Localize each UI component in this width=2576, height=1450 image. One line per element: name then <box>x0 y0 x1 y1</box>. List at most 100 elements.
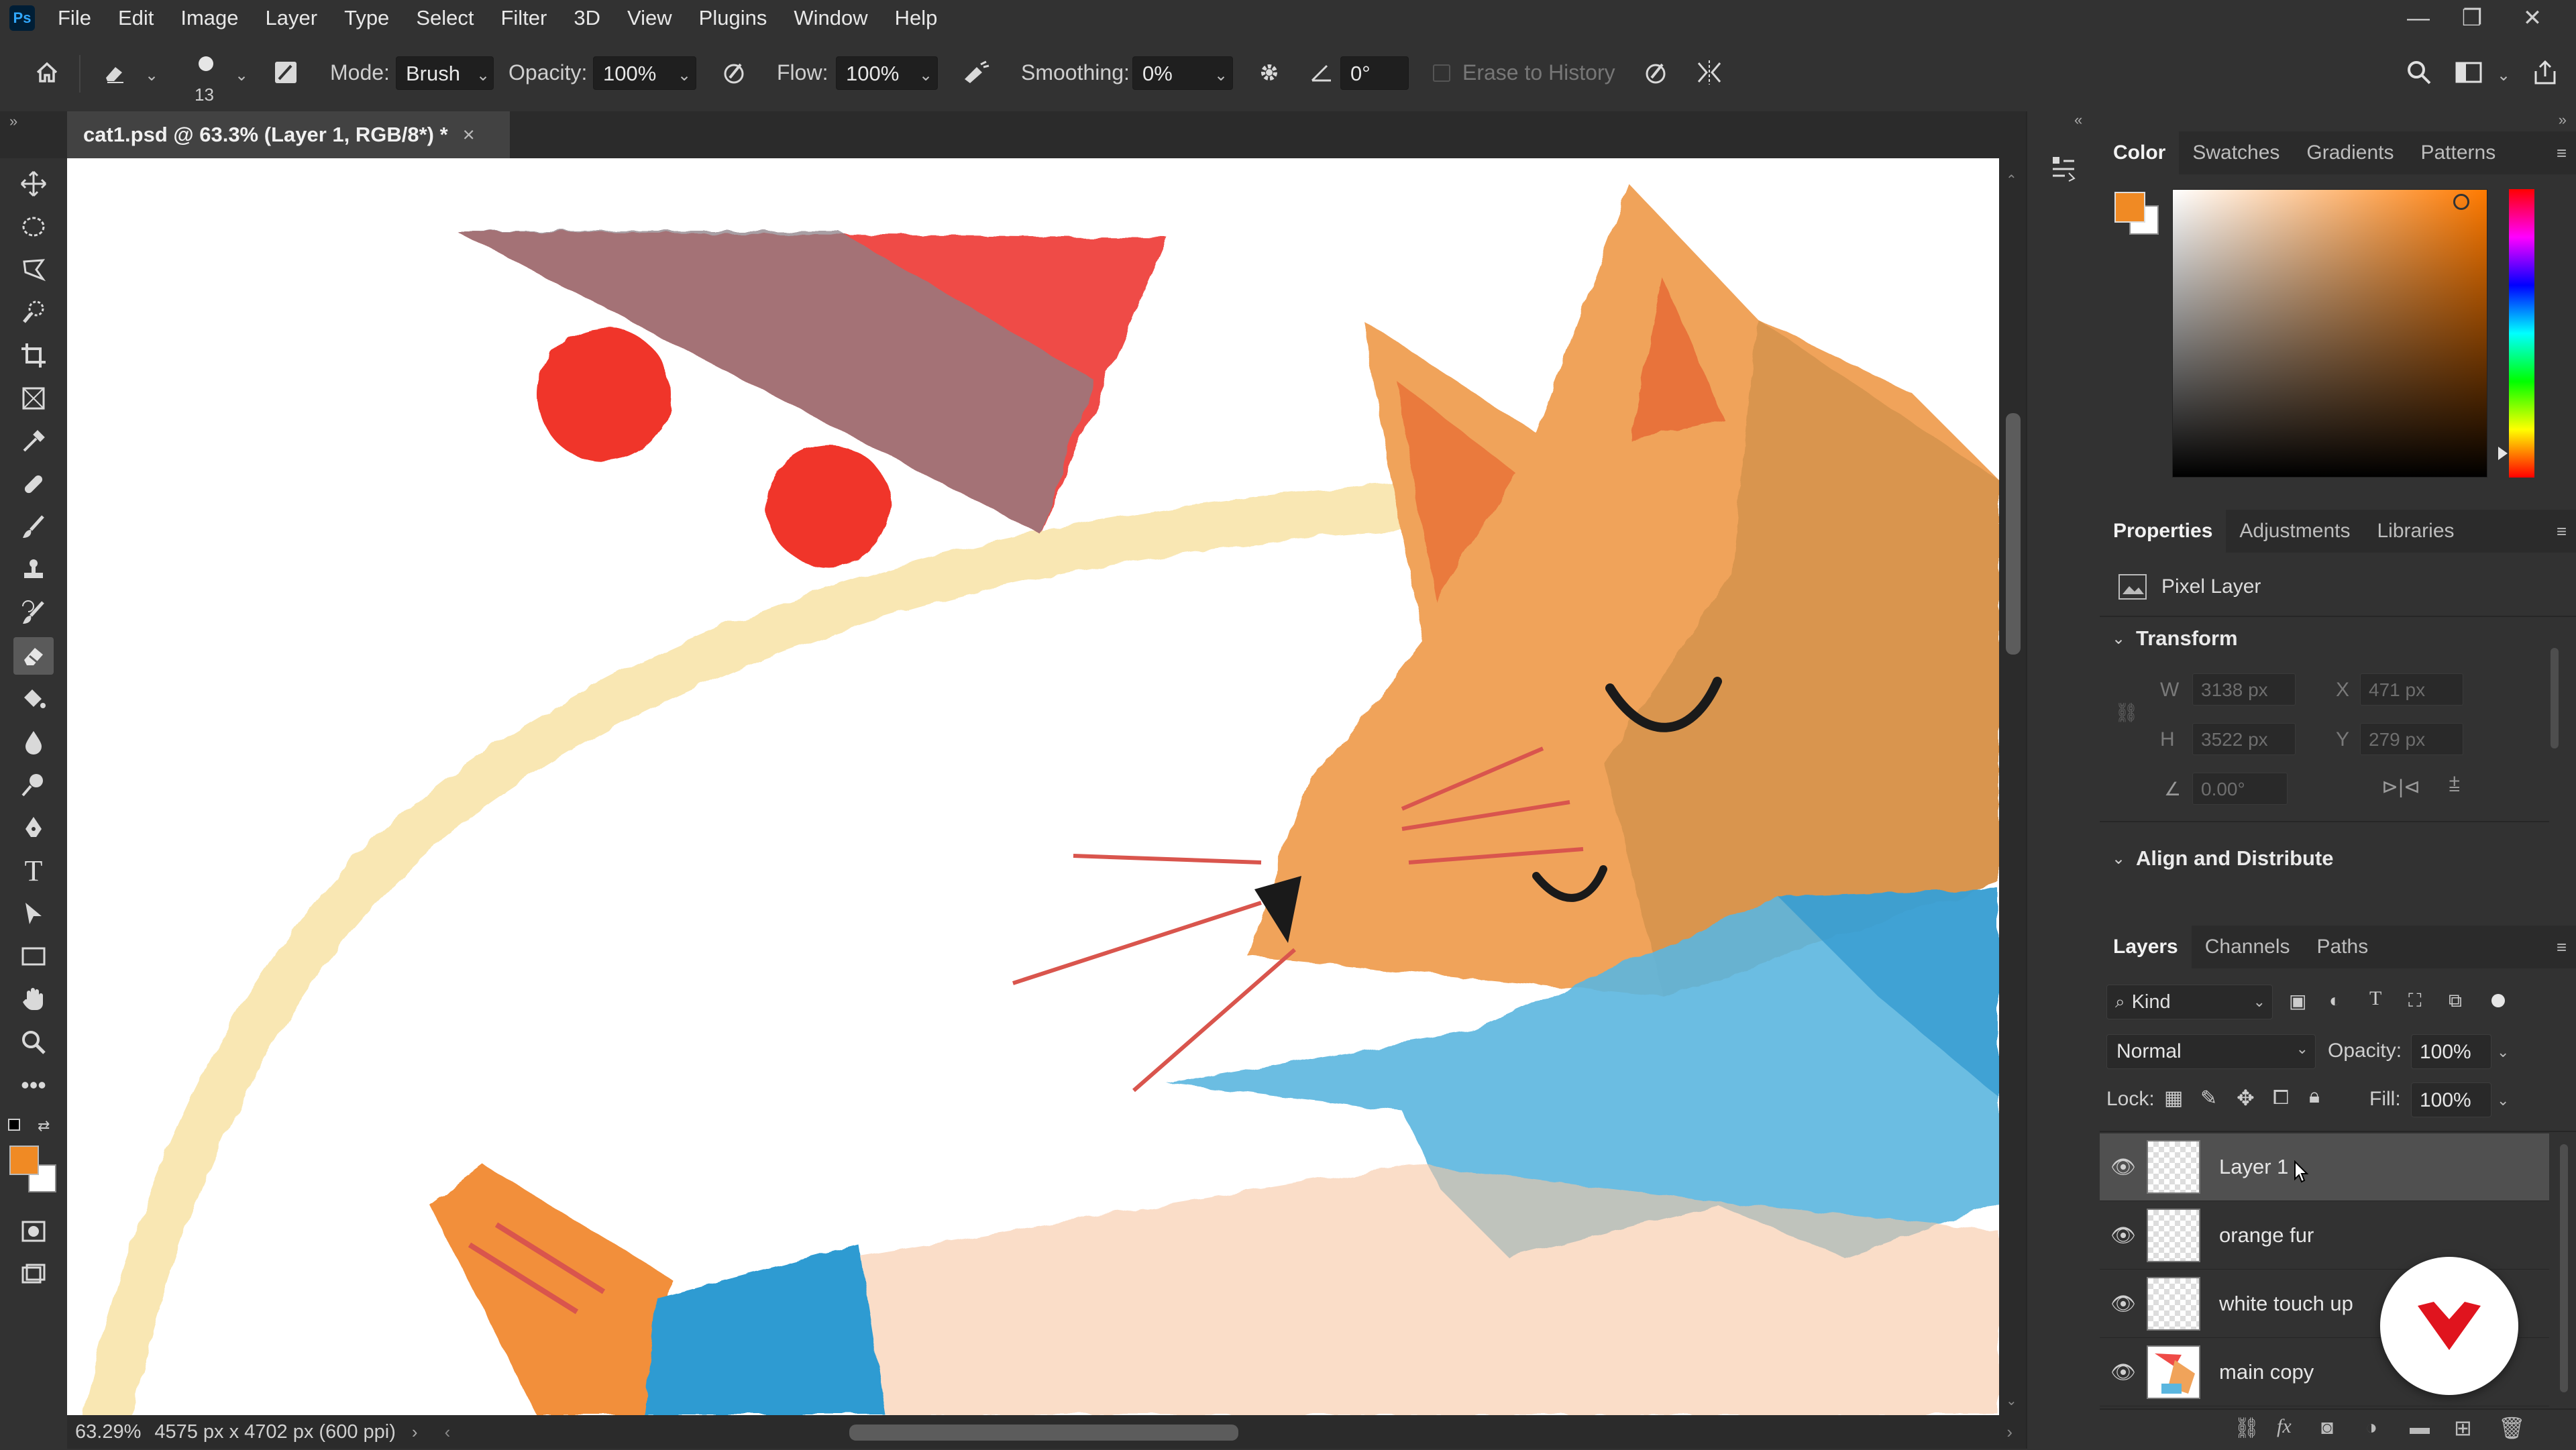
close-document-icon[interactable]: × <box>463 123 475 147</box>
layer-opacity-caret-icon[interactable]: ⌄ <box>2497 1044 2509 1061</box>
menu-filter[interactable]: Filter <box>500 6 547 30</box>
eraser-tool-icon[interactable] <box>13 637 54 675</box>
menu-image[interactable]: Image <box>180 6 238 30</box>
rectangle-tool-icon[interactable] <box>13 938 54 975</box>
close-window-button[interactable]: ✕ <box>2509 0 2556 36</box>
menu-type[interactable]: Type <box>344 6 389 30</box>
menu-view[interactable]: View <box>627 6 672 30</box>
dodge-tool-icon[interactable] <box>13 766 54 803</box>
filter-pixel-icon[interactable]: ▣ <box>2289 990 2306 1012</box>
layer-opacity-field[interactable]: 100% <box>2411 1034 2491 1069</box>
visibility-eye-icon[interactable]: 👁︎ <box>2100 1361 2147 1384</box>
history-panel-icon[interactable] <box>2046 152 2081 186</box>
swap-colors-icon[interactable]: ⇄ <box>38 1117 50 1135</box>
preset-caret-icon[interactable]: ⌄ <box>145 66 158 85</box>
eraser-preset-icon[interactable] <box>98 55 133 90</box>
foreground-color-swatch[interactable] <box>9 1146 39 1175</box>
x-field[interactable]: 471 px <box>2360 673 2463 706</box>
menu-layer[interactable]: Layer <box>266 6 318 30</box>
layer-row-layer-1[interactable]: 👁︎ Layer 1 <box>2100 1133 2549 1201</box>
fill-field[interactable]: 100% <box>2411 1082 2491 1117</box>
status-menu-arrow-icon[interactable]: › <box>412 1422 418 1443</box>
flow-caret-icon[interactable]: ⌄ <box>919 66 932 85</box>
zoom-level[interactable]: 63.29% <box>75 1421 141 1443</box>
layers-panel-menu-icon[interactable]: ≡ <box>2557 937 2567 958</box>
visibility-eye-icon[interactable]: 👁︎ <box>2100 1224 2147 1247</box>
y-field[interactable]: 279 px <box>2360 723 2463 755</box>
lock-artboard-icon[interactable]: ⧠ <box>2273 1086 2289 1109</box>
vertical-scrollbar[interactable]: ⌃ ⌄ <box>1999 158 2026 1415</box>
new-group-icon[interactable]: ▬ <box>2410 1416 2430 1439</box>
align-section-title[interactable]: Align and Distribute <box>2136 846 2334 871</box>
scroll-left-icon[interactable]: ‹ <box>445 1422 451 1443</box>
brush-settings-icon[interactable] <box>268 55 303 90</box>
tab-patterns[interactable]: Patterns <box>2407 131 2509 174</box>
menu-select[interactable]: Select <box>416 6 474 30</box>
tab-layers[interactable]: Layers <box>2100 926 2192 968</box>
tab-paths[interactable]: Paths <box>2304 926 2382 968</box>
restore-button[interactable]: ❐ <box>2449 0 2496 36</box>
layer-name[interactable]: Layer 1 <box>2219 1155 2288 1179</box>
history-brush-tool-icon[interactable] <box>13 594 54 632</box>
zoom-tool-icon[interactable] <box>13 1023 54 1061</box>
layer-name[interactable]: white touch up <box>2219 1292 2353 1316</box>
mode-caret-icon[interactable]: ⌄ <box>476 66 490 85</box>
crop-tool-icon[interactable] <box>13 337 54 374</box>
workspace-icon[interactable] <box>2451 55 2486 90</box>
angle-field[interactable]: 0° <box>1340 56 1409 90</box>
new-layer-icon[interactable]: ⊞ <box>2454 1415 2472 1441</box>
layer-name[interactable]: orange fur <box>2219 1223 2314 1247</box>
link-dimensions-icon[interactable]: ⛓ <box>2114 702 2139 724</box>
document-tab[interactable]: cat1.psd @ 63.3% (Layer 1, RGB/8*) * × <box>67 111 510 158</box>
height-field[interactable]: 3522 px <box>2192 723 2296 755</box>
blur-tool-icon[interactable] <box>13 723 54 761</box>
clone-stamp-tool-icon[interactable] <box>13 551 54 589</box>
align-chevron-icon[interactable]: ⌄ <box>2112 849 2125 869</box>
brush-tool-icon[interactable] <box>13 508 54 546</box>
saturation-brightness-field[interactable] <box>2172 189 2487 478</box>
hue-slider-handle[interactable] <box>2498 447 2508 460</box>
properties-panel-menu-icon[interactable]: ≡ <box>2557 521 2567 542</box>
lock-transparent-icon[interactable]: ▦ <box>2164 1086 2183 1110</box>
layer-filter-select[interactable]: ⌕ Kind ⌄ <box>2106 985 2273 1019</box>
scroll-down-icon[interactable]: ⌄ <box>2006 1392 2017 1409</box>
blend-mode-select[interactable]: Normal ⌄ <box>2106 1034 2316 1069</box>
gear-icon[interactable] <box>1252 55 1287 90</box>
default-colors-icon[interactable] <box>8 1119 20 1131</box>
flip-vertical-icon[interactable]: ⩲ <box>2449 774 2461 797</box>
fill-caret-icon[interactable]: ⌄ <box>2497 1092 2509 1109</box>
quick-mask-icon[interactable] <box>13 1213 54 1250</box>
frame-tool-icon[interactable] <box>13 380 54 417</box>
expand-toolbar-icon[interactable]: » <box>9 113 17 130</box>
tab-channels[interactable]: Channels <box>2192 926 2304 968</box>
menu-3d[interactable]: 3D <box>574 6 600 30</box>
fx-icon[interactable]: fx <box>2277 1415 2292 1438</box>
visibility-eye-icon[interactable]: 👁︎ <box>2100 1292 2147 1316</box>
visibility-eye-icon[interactable]: 👁︎ <box>2100 1156 2147 1179</box>
brush-tip-icon[interactable] <box>199 56 213 71</box>
transform-chevron-icon[interactable]: ⌄ <box>2112 629 2125 649</box>
screen-mode-icon[interactable] <box>13 1256 54 1293</box>
search-icon[interactable] <box>2402 55 2436 90</box>
color-panel-foreground-swatch[interactable] <box>2114 192 2145 223</box>
color-panel-menu-icon[interactable]: ≡ <box>2557 143 2567 164</box>
smoothing-caret-icon[interactable]: ⌄ <box>1214 66 1228 85</box>
quick-select-tool-icon[interactable] <box>13 294 54 331</box>
symmetry-icon[interactable] <box>1692 55 1727 90</box>
workspace-caret-icon[interactable]: ⌄ <box>2497 66 2510 85</box>
share-icon[interactable] <box>2528 55 2563 90</box>
transform-section-title[interactable]: Transform <box>2136 626 2238 651</box>
tab-libraries[interactable]: Libraries <box>2363 510 2467 553</box>
adjustment-layer-icon[interactable]: ◑ <box>2365 1416 2377 1439</box>
flip-horizontal-icon[interactable]: ⊳|⊲ <box>2381 775 2420 799</box>
menu-window[interactable]: Window <box>794 6 867 30</box>
collapse-panels-icon[interactable]: » <box>2559 111 2567 129</box>
lock-position-icon[interactable]: ✥ <box>2237 1085 2255 1111</box>
horizontal-scroll-thumb[interactable] <box>849 1425 1238 1441</box>
link-layers-icon[interactable]: ⛓ <box>2234 1416 2259 1440</box>
floating-logo-badge[interactable] <box>2380 1257 2518 1395</box>
add-mask-icon[interactable]: ◙ <box>2321 1416 2333 1439</box>
scroll-up-icon[interactable]: ⌃ <box>2006 172 2017 188</box>
filter-shape-icon[interactable]: ⛶ <box>2408 990 2422 1012</box>
color-picker-handle[interactable] <box>2453 194 2469 210</box>
